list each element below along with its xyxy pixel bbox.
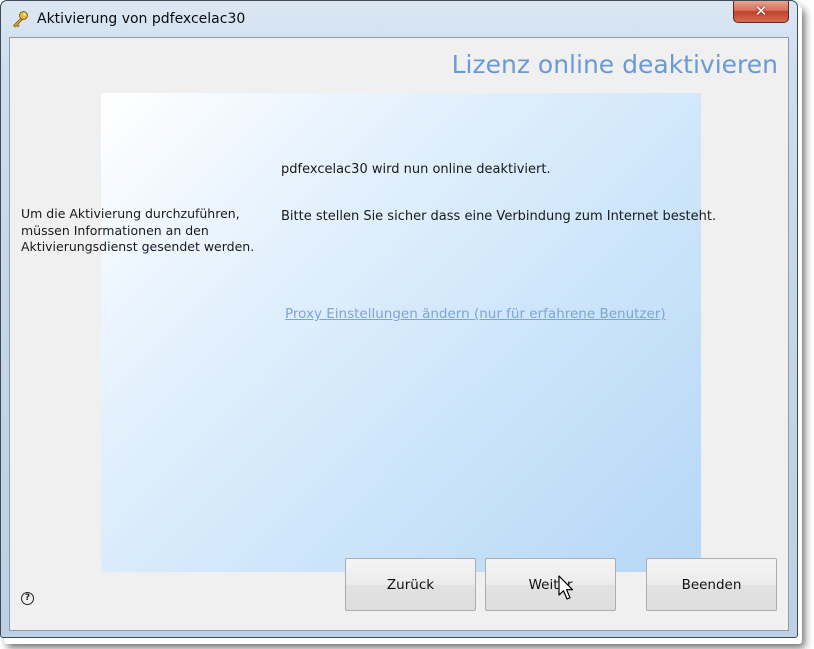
key-icon [12, 11, 28, 28]
window-title: Aktivierung von pdfexcelac30 [37, 11, 246, 27]
dialog-content: Lizenz online deaktivieren Um die Aktivi… [9, 37, 789, 631]
title-bar[interactable]: Aktivierung von pdfexcelac30 ✕ [1, 1, 797, 37]
dialog-window: Aktivierung von pdfexcelac30 ✕ Lizenz on… [0, 0, 798, 638]
page-title: Lizenz online deaktivieren [451, 50, 778, 79]
help-icon[interactable]: ? [21, 592, 34, 605]
close-icon: ✕ [754, 2, 768, 20]
mouse-cursor-icon [558, 575, 574, 600]
quit-button[interactable]: Beenden [646, 558, 777, 611]
internet-connection-message: Bitte stellen Sie sicher dass eine Verbi… [281, 209, 717, 224]
back-button[interactable]: Zurück [345, 558, 476, 611]
deactivation-message: pdfexcelac30 wird nun online deaktiviert… [281, 162, 551, 177]
next-button[interactable]: Weiter [485, 558, 616, 611]
proxy-settings-link[interactable]: Proxy Einstellungen ändern (nur für erfa… [285, 306, 666, 322]
side-info-text: Um die Aktivierung durchzuführen, müssen… [21, 206, 255, 254]
close-button[interactable]: ✕ [733, 1, 789, 23]
